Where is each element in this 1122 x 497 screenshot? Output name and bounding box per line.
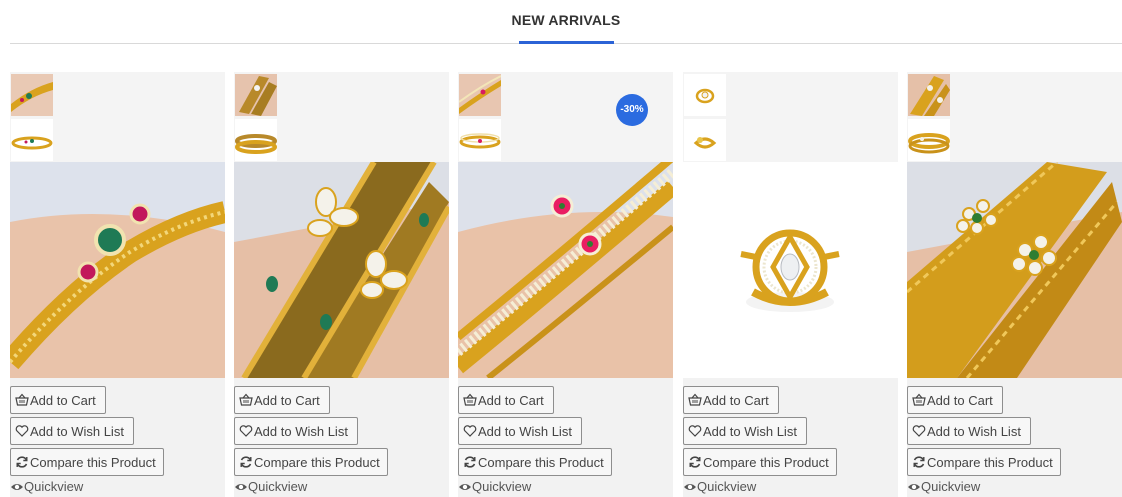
add-to-cart-label: Add to Cart	[703, 392, 769, 408]
product-actions: Add to Cart Add to Wish List Compare thi…	[234, 378, 449, 497]
heart-icon	[239, 424, 253, 438]
add-to-cart-button[interactable]: Add to Cart	[907, 386, 1003, 414]
product-thumbnail[interactable]	[458, 73, 502, 117]
quickview-label: Quickview	[921, 479, 981, 494]
product-thumbnail[interactable]	[683, 73, 727, 117]
compare-product-button[interactable]: Compare this Product	[907, 448, 1061, 476]
add-to-wishlist-button[interactable]: Add to Wish List	[10, 417, 134, 445]
quickview-label: Quickview	[472, 479, 532, 494]
thumbnail-strip	[683, 72, 898, 162]
product-thumbnail[interactable]	[683, 118, 727, 162]
section-header: NEW ARRIVALS	[10, 0, 1122, 44]
add-to-wishlist-label: Add to Wish List	[478, 423, 572, 439]
compare-product-button[interactable]: Compare this Product	[458, 448, 612, 476]
add-to-cart-button[interactable]: Add to Cart	[683, 386, 779, 414]
product-card: Add to Cart Add to Wish List Compare thi…	[234, 72, 449, 497]
compare-product-label: Compare this Product	[30, 454, 156, 470]
add-to-wishlist-button[interactable]: Add to Wish List	[234, 417, 358, 445]
refresh-icon	[912, 455, 926, 469]
add-to-cart-label: Add to Cart	[254, 392, 320, 408]
basket-icon	[688, 393, 702, 407]
product-card: Add to Cart Add to Wish List Compare thi…	[907, 72, 1122, 497]
add-to-wishlist-button[interactable]: Add to Wish List	[683, 417, 807, 445]
thumbnail-strip	[234, 72, 449, 162]
add-to-cart-button[interactable]: Add to Cart	[234, 386, 330, 414]
product-image[interactable]	[234, 162, 449, 378]
thumbnail-strip	[10, 72, 225, 162]
add-to-cart-button[interactable]: Add to Cart	[10, 386, 106, 414]
product-card: Add to Cart Add to Wish List Compare thi…	[683, 72, 898, 497]
title-underline	[519, 41, 614, 44]
add-to-wishlist-label: Add to Wish List	[703, 423, 797, 439]
product-image[interactable]	[10, 162, 225, 378]
compare-product-button[interactable]: Compare this Product	[234, 448, 388, 476]
basket-icon	[912, 393, 926, 407]
refresh-icon	[239, 455, 253, 469]
quickview-link[interactable]: Quickview	[458, 479, 531, 494]
compare-product-label: Compare this Product	[703, 454, 829, 470]
quickview-link[interactable]: Quickview	[10, 479, 83, 494]
quickview-label: Quickview	[248, 479, 308, 494]
section-title: NEW ARRIVALS	[511, 12, 621, 28]
refresh-icon	[15, 455, 29, 469]
add-to-wishlist-label: Add to Wish List	[30, 423, 124, 439]
compare-product-button[interactable]: Compare this Product	[10, 448, 164, 476]
add-to-cart-label: Add to Cart	[30, 392, 96, 408]
product-thumbnail[interactable]	[907, 118, 951, 162]
product-actions: Add to Cart Add to Wish List Compare thi…	[10, 378, 225, 497]
add-to-cart-button[interactable]: Add to Cart	[458, 386, 554, 414]
refresh-icon	[463, 455, 477, 469]
product-thumbnail[interactable]	[234, 118, 278, 162]
product-actions: Add to Cart Add to Wish List Compare thi…	[458, 378, 673, 497]
heart-icon	[463, 424, 477, 438]
eye-icon	[683, 480, 696, 493]
product-thumbnail[interactable]	[907, 73, 951, 117]
product-image[interactable]	[907, 162, 1122, 378]
refresh-icon	[688, 455, 702, 469]
heart-icon	[688, 424, 702, 438]
compare-product-label: Compare this Product	[254, 454, 380, 470]
product-card: -30% Add to Cart Add to Wish List Compar…	[458, 72, 673, 497]
eye-icon	[10, 480, 23, 493]
quickview-label: Quickview	[24, 479, 84, 494]
product-thumbnail[interactable]	[10, 118, 54, 162]
add-to-wishlist-button[interactable]: Add to Wish List	[458, 417, 582, 445]
compare-product-label: Compare this Product	[927, 454, 1053, 470]
eye-icon	[458, 480, 471, 493]
add-to-cart-label: Add to Cart	[478, 392, 544, 408]
heart-icon	[15, 424, 29, 438]
quickview-link[interactable]: Quickview	[234, 479, 307, 494]
quickview-label: Quickview	[697, 479, 757, 494]
product-thumbnail[interactable]	[234, 73, 278, 117]
quickview-link[interactable]: Quickview	[683, 479, 756, 494]
product-thumbnail[interactable]	[458, 118, 502, 162]
compare-product-label: Compare this Product	[478, 454, 604, 470]
compare-product-button[interactable]: Compare this Product	[683, 448, 837, 476]
product-thumbnail[interactable]	[10, 73, 54, 117]
add-to-cart-label: Add to Cart	[927, 392, 993, 408]
eye-icon	[907, 480, 920, 493]
add-to-wishlist-label: Add to Wish List	[254, 423, 348, 439]
product-image[interactable]	[458, 162, 673, 378]
product-image[interactable]	[683, 162, 898, 378]
product-card: Add to Cart Add to Wish List Compare thi…	[10, 72, 225, 497]
heart-icon	[912, 424, 926, 438]
product-actions: Add to Cart Add to Wish List Compare thi…	[683, 378, 898, 497]
discount-badge: -30%	[616, 94, 648, 126]
thumbnail-strip	[907, 72, 1122, 162]
basket-icon	[463, 393, 477, 407]
basket-icon	[239, 393, 253, 407]
product-actions: Add to Cart Add to Wish List Compare thi…	[907, 378, 1122, 497]
basket-icon	[15, 393, 29, 407]
add-to-wishlist-label: Add to Wish List	[927, 423, 1021, 439]
add-to-wishlist-button[interactable]: Add to Wish List	[907, 417, 1031, 445]
quickview-link[interactable]: Quickview	[907, 479, 980, 494]
eye-icon	[234, 480, 247, 493]
